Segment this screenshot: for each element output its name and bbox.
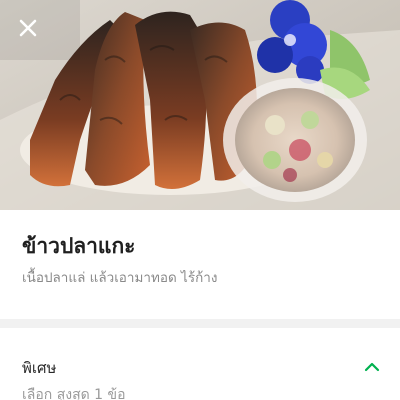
dish-name: ข้าวปลาแกะ [22,234,136,258]
chevron-up-icon[interactable] [362,360,382,374]
dish-description: เนื้อปลาแล่ แล้วเอามาทอด ไร้ก้าง [22,270,218,286]
option-group-title: พิเศษ [22,359,57,377]
section-divider [0,319,400,328]
option-group-extra: พิเศษ เลือก สูงสุด 1 ข้อ [0,328,400,400]
food-photo [0,0,400,210]
close-button[interactable] [10,10,46,46]
option-group-rule: เลือก สูงสุด 1 ข้อ [22,387,126,400]
option-group-header[interactable]: พิเศษ [0,328,400,378]
close-icon [19,19,37,37]
item-info: ข้าวปลาแกะ เนื้อปลาแล่ แล้วเอามาทอด ไร้ก… [0,210,400,319]
